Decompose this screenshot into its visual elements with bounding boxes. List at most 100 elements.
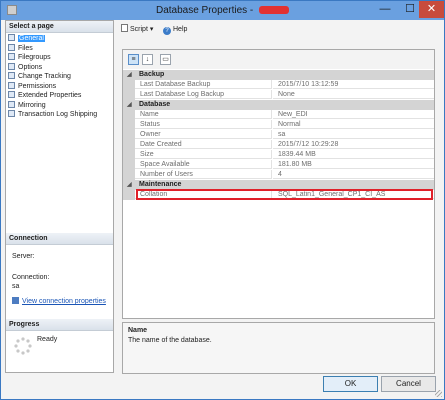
page-icon (8, 91, 15, 98)
property-row[interactable]: Last Database Backup 2015/7/10 13:12:59 (123, 80, 434, 90)
property-row[interactable]: Status Normal (123, 120, 434, 130)
ok-button[interactable]: OK (323, 376, 378, 392)
page-item-label: Extended Properties (18, 92, 82, 99)
description-title: Name (128, 327, 148, 334)
connection-label: Connection: (12, 274, 50, 281)
redacted-mark (259, 6, 290, 15)
property-value: 1839.44 MB (273, 150, 434, 159)
category-header[interactable]: ◢ Database (123, 100, 434, 110)
property-name: Status (135, 120, 272, 129)
page-item-general[interactable]: General (8, 34, 112, 43)
view-connection-properties[interactable]: View connection properties (12, 297, 106, 305)
property-row[interactable]: Date Created 2015/7/12 10:29:28 (123, 140, 434, 150)
property-value: sa (273, 130, 434, 139)
categorized-icon[interactable]: ≡ (128, 54, 139, 65)
property-name: Date Created (135, 140, 272, 149)
title-bar[interactable]: Database Properties - — ☐ ✕ (1, 1, 444, 20)
property-value: New_EDI (273, 110, 434, 119)
collation-highlight-box (136, 189, 433, 200)
row-gutter (123, 120, 135, 130)
close-button[interactable]: ✕ (419, 1, 444, 18)
view-connection-link[interactable]: View connection properties (22, 298, 106, 305)
progress-spinner-icon (14, 337, 32, 355)
page-icon (8, 81, 15, 89)
page-item-files[interactable]: Files (8, 43, 112, 53)
resize-grip-icon[interactable] (435, 390, 442, 397)
property-name: Last Database Log Backup (135, 90, 272, 99)
property-name: Last Database Backup (135, 80, 272, 89)
row-gutter (123, 140, 135, 150)
left-panel: Select a page General Files Filegroups Opti… (5, 20, 114, 373)
property-row[interactable]: Owner sa (123, 130, 434, 140)
page-item-label: Transaction Log Shipping (18, 111, 98, 118)
category-header[interactable]: ◢ Backup (123, 70, 434, 80)
page-item-label: Permissions (18, 82, 57, 90)
page-item-mirroring[interactable]: Mirroring (8, 100, 112, 110)
property-name: Space Available (135, 160, 272, 169)
connection-value: sa (12, 283, 20, 290)
page-item-permissions[interactable]: Permissions (8, 81, 112, 91)
page-icon (8, 43, 15, 51)
category-name: Database (139, 101, 171, 108)
row-gutter (123, 90, 135, 100)
page-item-change-tracking[interactable]: Change Tracking (8, 72, 112, 81)
property-row[interactable]: Space Available 181.80 MB (123, 160, 434, 170)
row-gutter (123, 190, 135, 200)
property-value: 2015/7/12 10:29:28 (273, 140, 434, 149)
page-icon (8, 62, 15, 70)
alphabetical-icon[interactable]: ↓ (142, 54, 153, 65)
server-label: Server: (12, 253, 35, 260)
row-gutter (123, 130, 135, 140)
page-item-options[interactable]: Options (8, 62, 112, 72)
page-item-filegroups[interactable]: Filegroups (8, 53, 112, 62)
row-gutter (123, 110, 135, 120)
page-item-label: Mirroring (18, 101, 46, 109)
property-row[interactable]: Number of Users 4 (123, 170, 434, 180)
property-value: Normal (273, 120, 434, 129)
chevron-down-icon: ▾ (149, 26, 154, 33)
property-pages-icon[interactable]: ▭ (160, 54, 171, 65)
collapse-icon[interactable]: ◢ (127, 70, 132, 80)
help-button[interactable]: ? Help (163, 24, 187, 36)
property-row[interactable]: Size 1839.44 MB (123, 150, 434, 160)
select-page-header: Select a page (6, 21, 113, 33)
page-icon (8, 72, 15, 79)
collapse-icon[interactable]: ◢ (127, 100, 132, 110)
page-icon (8, 100, 15, 108)
property-row[interactable]: Last Database Log Backup None (123, 90, 434, 100)
row-gutter (123, 80, 135, 90)
category-name: Backup (139, 71, 165, 78)
script-label: Script (130, 26, 148, 33)
property-row[interactable]: Name New_EDI (123, 110, 434, 120)
page-icon (8, 53, 15, 60)
script-icon (121, 24, 128, 32)
property-value: 181.80 MB (273, 160, 434, 169)
database-properties-window: Database Properties - — ☐ ✕ Select a pag… (0, 0, 445, 400)
page-item-label: Files (18, 44, 33, 52)
description-panel: Name The name of the database. (122, 322, 435, 374)
page-icon (8, 110, 15, 117)
property-name: Size (135, 150, 272, 159)
page-item-label: Change Tracking (18, 73, 71, 80)
description-text: The name of the database. (128, 337, 212, 344)
cancel-button[interactable]: Cancel (381, 376, 436, 392)
page-item-extended-properties[interactable]: Extended Properties (8, 91, 112, 100)
progress-header: Progress (6, 319, 113, 331)
page-item-label: Options (18, 63, 43, 71)
property-grid: ≡ ↓ ▭ ◢ Backup Last Database Backup 2015/7/… (122, 49, 435, 319)
connection-header: Connection (6, 233, 113, 245)
collapse-icon[interactable]: ◢ (127, 180, 132, 190)
script-button[interactable]: Script ▾ (121, 24, 153, 36)
properties-icon (12, 297, 19, 304)
dialog-toolbar: Script ▾ ? Help (117, 21, 440, 39)
row-gutter (123, 150, 135, 160)
page-item-transaction-log-shipping[interactable]: Transaction Log Shipping (8, 110, 112, 119)
property-value: 2015/7/10 13:12:59 (273, 80, 434, 89)
row-gutter (123, 160, 135, 170)
property-name: Owner (135, 130, 272, 139)
help-label: Help (173, 26, 188, 33)
minimize-button[interactable]: — (372, 1, 398, 18)
row-gutter (123, 170, 135, 180)
page-icon (8, 34, 15, 41)
help-icon: ? (163, 27, 171, 35)
